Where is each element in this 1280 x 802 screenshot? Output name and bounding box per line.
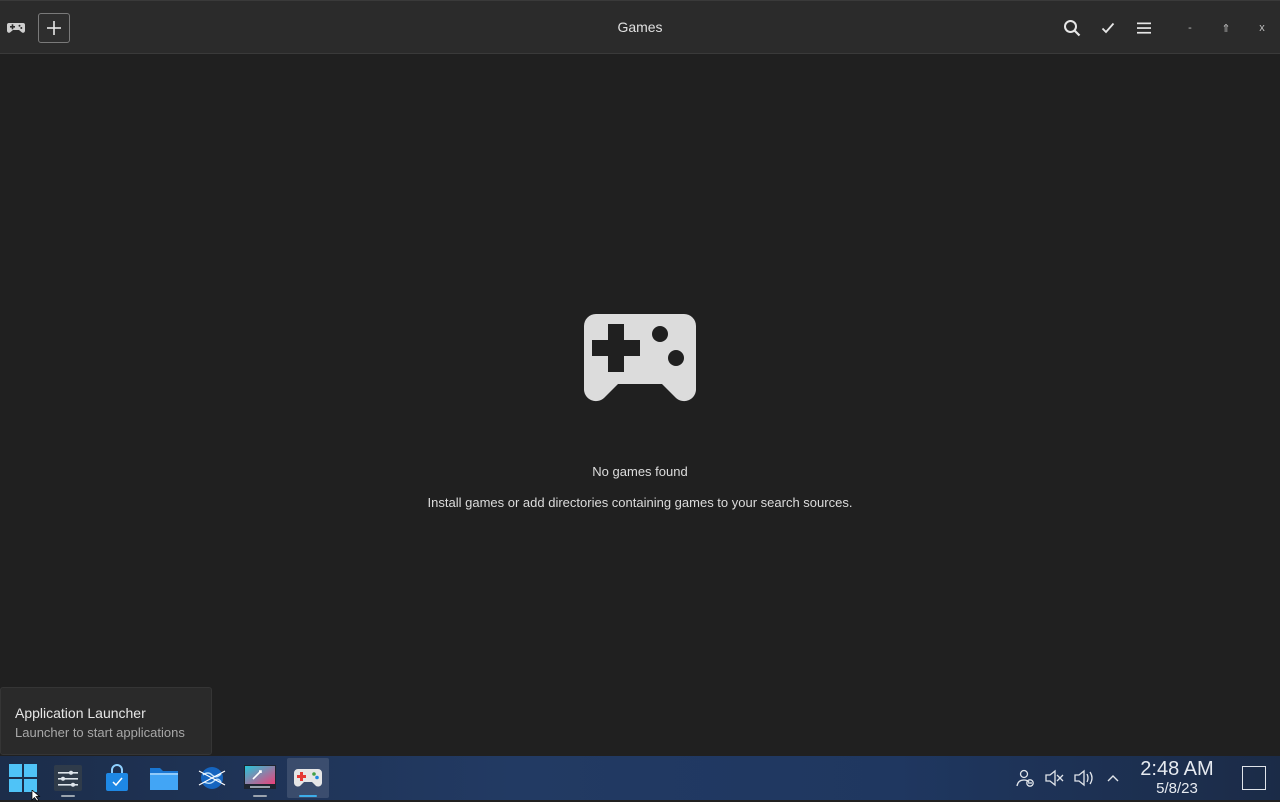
selection-mode-button[interactable] bbox=[1095, 15, 1121, 41]
tooltip-subtitle: Launcher to start applications bbox=[15, 725, 185, 740]
volume-button[interactable] bbox=[1073, 767, 1095, 789]
tooltip-title: Application Launcher bbox=[15, 705, 146, 721]
discover-store-button[interactable] bbox=[96, 758, 138, 798]
maximize-button[interactable]: ⇑ bbox=[1216, 19, 1236, 37]
user-status-button[interactable] bbox=[1014, 767, 1036, 789]
mouse-cursor-icon bbox=[31, 790, 41, 802]
start-icon bbox=[9, 764, 37, 792]
settings-icon bbox=[54, 765, 82, 791]
empty-state-title: No games found bbox=[592, 464, 688, 479]
user-icon bbox=[1016, 769, 1034, 787]
globe-icon bbox=[198, 767, 226, 789]
chevron-up-icon bbox=[1107, 775, 1119, 782]
window-header: Games - ⇑ x bbox=[0, 0, 1280, 54]
screen-icon bbox=[244, 765, 276, 789]
window-title: Games bbox=[617, 19, 663, 35]
add-game-button[interactable] bbox=[38, 13, 70, 43]
volume-icon bbox=[1074, 769, 1093, 787]
minimize-button[interactable]: - bbox=[1180, 19, 1200, 37]
gamepad-large-icon bbox=[584, 314, 696, 402]
search-icon bbox=[1064, 20, 1081, 37]
web-browser-button[interactable] bbox=[191, 758, 233, 798]
mute-icon bbox=[1045, 769, 1064, 787]
file-manager-button[interactable] bbox=[143, 758, 185, 798]
running-indicator bbox=[253, 795, 267, 797]
launcher-tooltip: Application Launcher Launcher to start a… bbox=[0, 687, 212, 755]
mute-button[interactable] bbox=[1043, 767, 1065, 789]
add-icon bbox=[47, 21, 61, 35]
clock-date[interactable]: 5/8/23 bbox=[1134, 780, 1220, 797]
show-desktop-button[interactable] bbox=[1242, 766, 1266, 790]
active-indicator bbox=[299, 795, 317, 797]
clock-time[interactable]: 2:48 AM bbox=[1134, 758, 1220, 781]
close-button[interactable]: x bbox=[1252, 19, 1272, 37]
search-button[interactable] bbox=[1059, 15, 1085, 41]
system-settings-button[interactable] bbox=[47, 758, 89, 798]
main-menu-button[interactable] bbox=[1131, 15, 1157, 41]
gamepad-icon bbox=[7, 23, 25, 33]
tray-expand-button[interactable] bbox=[1102, 767, 1124, 789]
screen-tool-button[interactable] bbox=[239, 758, 281, 798]
folder-icon bbox=[150, 768, 178, 790]
store-bag-icon bbox=[106, 764, 128, 791]
running-indicator bbox=[61, 795, 75, 797]
gamepad-icon bbox=[294, 769, 322, 787]
menu-icon bbox=[1137, 22, 1151, 34]
games-app-button[interactable] bbox=[287, 758, 329, 798]
empty-state-subtitle: Install games or add directories contain… bbox=[427, 495, 853, 510]
check-icon bbox=[1101, 22, 1115, 34]
